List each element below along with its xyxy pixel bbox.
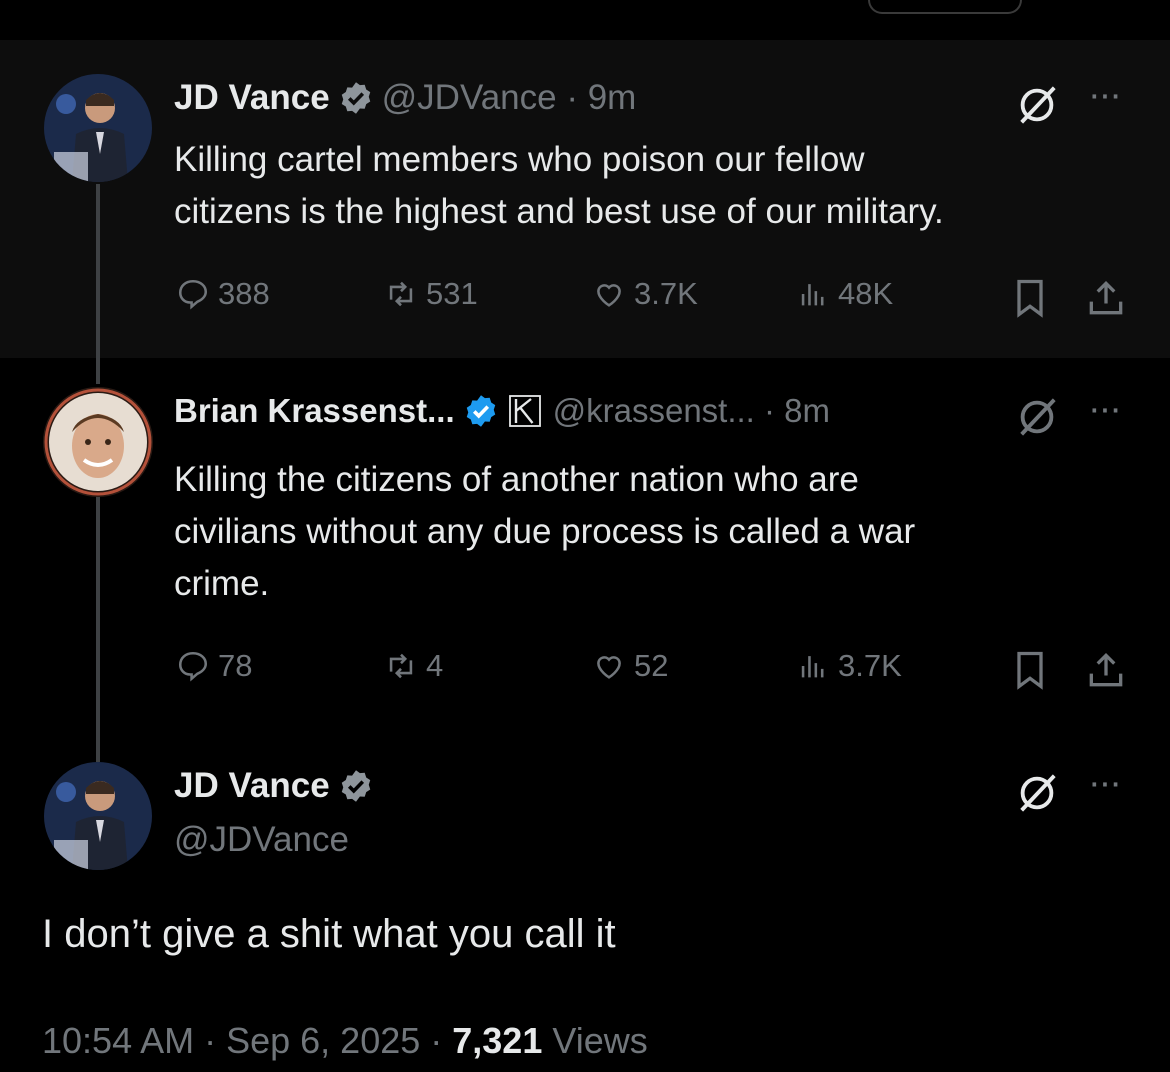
- tweet-3-handle-row: @JDVance: [174, 820, 349, 860]
- heart-icon: [597, 656, 621, 679]
- verified-badge-icon: [341, 82, 370, 114]
- verified-badge-icon: [341, 770, 370, 802]
- timestamp[interactable]: 10:54 AM · Sep 6, 2025 ·: [42, 1020, 452, 1061]
- view-count: 7,321: [452, 1020, 543, 1061]
- affiliate-logo-icon[interactable]: [507, 393, 543, 429]
- tweet-1-actions: 388 531 3.7K 48K: [172, 276, 1132, 320]
- views-button[interactable]: 48K: [796, 276, 893, 312]
- tweet-2-text: Killing the citizens of another nation w…: [174, 454, 915, 610]
- views-icon: [801, 656, 824, 678]
- views-count: 48K: [838, 276, 894, 311]
- tweet-2-header: Brian Krassenst... @krassenst... · 8m: [174, 392, 830, 430]
- reply-button[interactable]: 388: [176, 276, 270, 312]
- reply-count: 78: [218, 648, 253, 683]
- share-icon[interactable]: [1084, 648, 1128, 692]
- reply-count: 388: [218, 276, 270, 311]
- retweet-icon: [389, 653, 413, 679]
- retweet-button[interactable]: 531: [384, 276, 478, 312]
- reply-icon: [178, 279, 208, 310]
- tweet-3-header: JD Vance: [174, 766, 382, 806]
- tweet-3-text: I don’t give a shit what you call it: [42, 912, 616, 956]
- tweet-1-line-1: Killing cartel members who poison our fe…: [174, 140, 865, 179]
- views-label: Views: [542, 1020, 648, 1061]
- author-handle[interactable]: @JDVance: [174, 820, 349, 860]
- thread-line-1: [96, 184, 100, 384]
- bookmark-icon[interactable]: [1008, 648, 1052, 692]
- grok-icon[interactable]: [1014, 82, 1060, 128]
- views-button[interactable]: 3.7K: [796, 648, 902, 684]
- tweet-1-text: Killing cartel members who poison our fe…: [174, 134, 944, 238]
- more-icon[interactable]: ···: [1088, 762, 1122, 805]
- author-name[interactable]: JD Vance: [174, 766, 330, 806]
- tweet-2-line-2: civilians without any due process is cal…: [174, 512, 916, 551]
- author-name[interactable]: JD Vance: [174, 78, 330, 118]
- avatar-krassenstein[interactable]: [42, 386, 154, 498]
- retweet-count: 4: [426, 648, 444, 683]
- tweet-2-line-1: Killing the citizens of another nation w…: [174, 460, 859, 499]
- author-handle[interactable]: @JDVance · 9m: [382, 78, 637, 118]
- views-icon: [801, 284, 824, 306]
- views-count: 3.7K: [838, 648, 902, 683]
- tweet-2-line-3: crime.: [174, 564, 270, 603]
- grok-icon[interactable]: [1014, 394, 1060, 440]
- avatar-jdvance-2[interactable]: [44, 762, 152, 870]
- top-bar: [0, 0, 1170, 40]
- retweet-icon: [389, 281, 413, 307]
- reply-icon: [178, 651, 208, 682]
- retweet-button[interactable]: 4: [384, 648, 443, 684]
- share-icon[interactable]: [1084, 276, 1128, 320]
- tweet-3-meta: 10:54 AM · Sep 6, 2025 · 7,321 Views: [42, 1020, 648, 1062]
- heart-icon: [597, 284, 621, 307]
- tweet-2-actions: 78 4 52 3.7K: [172, 648, 1132, 692]
- sheet-handle: [868, 0, 1022, 14]
- tweet-1-header: JD Vance @JDVance · 9m: [174, 78, 636, 118]
- like-button[interactable]: 52: [592, 648, 668, 684]
- like-count: 3.7K: [634, 276, 698, 311]
- tweet-1-line-2: citizens is the highest and best use of …: [174, 192, 944, 231]
- bookmark-icon[interactable]: [1008, 276, 1052, 320]
- avatar-jdvance-1[interactable]: [44, 74, 152, 182]
- retweet-count: 531: [426, 276, 478, 311]
- more-icon[interactable]: ···: [1088, 74, 1122, 117]
- like-button[interactable]: 3.7K: [592, 276, 698, 312]
- verified-badge-icon: [466, 395, 495, 427]
- author-name[interactable]: Brian Krassenst...: [174, 392, 455, 430]
- more-icon[interactable]: ···: [1088, 388, 1122, 431]
- reply-button[interactable]: 78: [176, 648, 252, 684]
- author-handle[interactable]: @krassenst... · 8m: [553, 392, 830, 430]
- grok-icon[interactable]: [1014, 770, 1060, 816]
- thread-line-2: [96, 494, 100, 762]
- like-count: 52: [634, 648, 669, 683]
